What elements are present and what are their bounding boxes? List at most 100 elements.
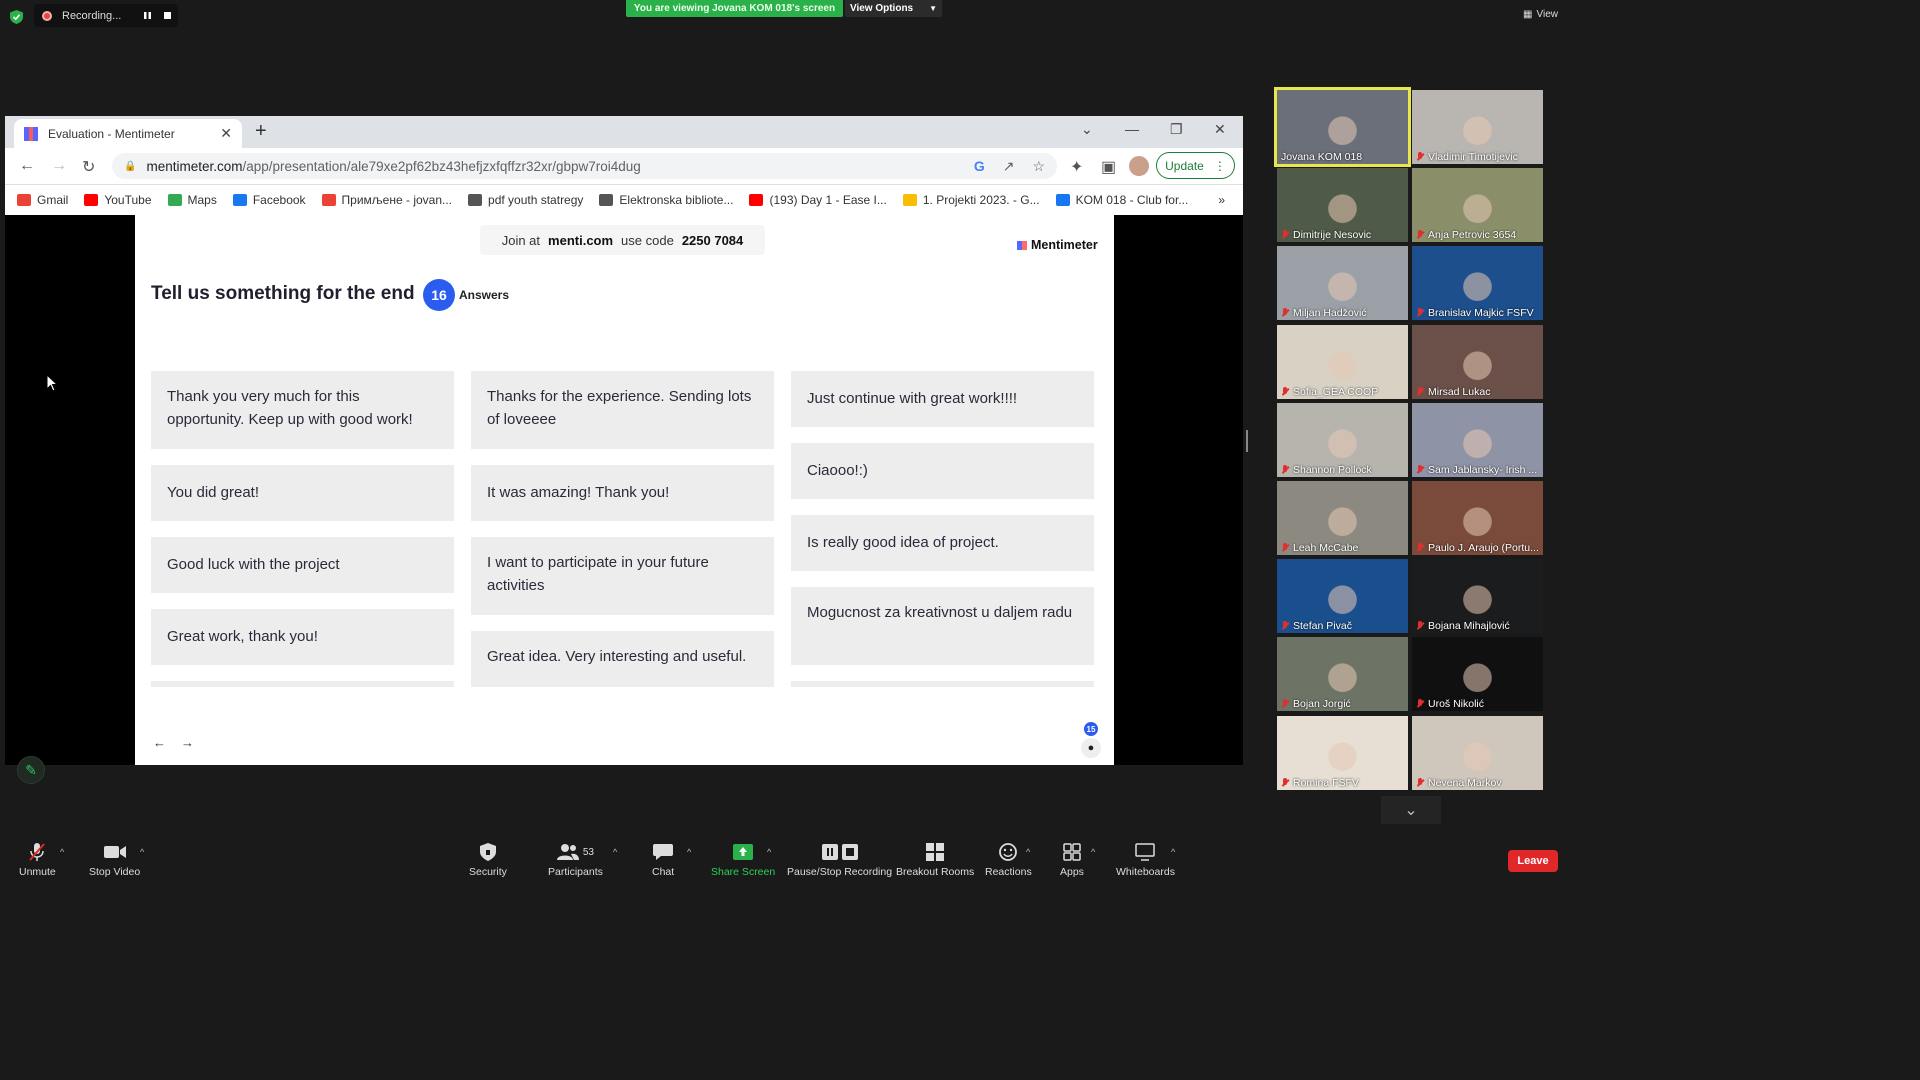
stop-video-label: Stop Video bbox=[89, 866, 141, 878]
close-window-button[interactable]: ✕ bbox=[1214, 121, 1226, 138]
prev-slide-icon[interactable]: ← bbox=[153, 735, 166, 750]
unmute-button[interactable]: Unmute bbox=[19, 842, 56, 878]
view-button[interactable]: ▦ View bbox=[1523, 9, 1558, 20]
answer-card: Great idea. Very interesting and useful. bbox=[471, 631, 774, 687]
participant-tile[interactable]: Mirsad Lukac bbox=[1412, 324, 1543, 399]
google-icon[interactable]: G bbox=[974, 158, 985, 175]
view-options-button[interactable]: View Options ▼ bbox=[845, 0, 942, 17]
participant-tile[interactable]: Shannon Pollock bbox=[1277, 402, 1408, 477]
participant-tile[interactable]: Nevena Markov bbox=[1412, 715, 1543, 790]
reactions-caret-icon[interactable]: ^ bbox=[1026, 847, 1030, 857]
bookmark-item[interactable]: KOM 018 - Club for... bbox=[1055, 193, 1188, 207]
bookmark-item[interactable]: YouTube bbox=[84, 193, 152, 207]
leave-button[interactable]: Leave bbox=[1508, 850, 1558, 872]
muted-mic-icon bbox=[1416, 543, 1424, 553]
participant-tile[interactable]: Uroš Nikolić bbox=[1412, 637, 1543, 712]
new-tab-button[interactable]: + bbox=[255, 120, 267, 143]
participants-count-badge: 15 bbox=[1084, 722, 1098, 736]
recording-label: Recording... bbox=[62, 9, 122, 22]
reactions-label: Reactions bbox=[985, 866, 1032, 878]
extensions-icon[interactable]: ✦ bbox=[1070, 157, 1083, 177]
close-tab-icon[interactable]: ✕ bbox=[220, 125, 232, 142]
tab-evaluation[interactable]: Evaluation - Mentimeter ✕ bbox=[14, 119, 242, 148]
address-bar[interactable]: 🔒 mentimeter.com/app/presentation/ale79x… bbox=[112, 153, 1057, 179]
gmail-icon bbox=[17, 194, 31, 206]
participant-tile[interactable]: Stefan Pivač bbox=[1277, 559, 1408, 634]
update-button[interactable]: Update ⋮ bbox=[1156, 152, 1235, 179]
mentimeter-favicon-icon bbox=[24, 126, 38, 141]
pause-stop-recording-button[interactable]: Pause/Stop Recording bbox=[787, 842, 892, 878]
whiteboards-caret-icon[interactable]: ^ bbox=[1171, 847, 1175, 857]
participant-tile[interactable]: Romina FSFV bbox=[1277, 715, 1408, 790]
profile-avatar[interactable] bbox=[1129, 156, 1149, 176]
more-bookmarks-icon[interactable]: » bbox=[1218, 193, 1225, 207]
security-button[interactable]: Security bbox=[469, 842, 507, 878]
participant-tile[interactable]: Branislav Majkic FSFV bbox=[1412, 246, 1543, 321]
chat-caret-icon[interactable]: ^ bbox=[687, 847, 691, 857]
participant-name: Dimitrije Nesovic bbox=[1293, 229, 1372, 242]
mentimeter-logo-icon bbox=[1017, 240, 1027, 250]
bookmark-item[interactable]: Facebook bbox=[232, 193, 306, 207]
bookmark-item[interactable]: Maps bbox=[167, 193, 217, 207]
star-icon[interactable]: ☆ bbox=[1032, 158, 1045, 175]
more-menu-icon[interactable]: ⋮ bbox=[1214, 159, 1226, 173]
share-caret-icon[interactable]: ^ bbox=[767, 847, 771, 857]
participant-tile[interactable]: Bojana Mihajlović bbox=[1412, 559, 1543, 634]
participants-caret-icon[interactable]: ^ bbox=[613, 847, 617, 857]
minimize-button[interactable]: — bbox=[1125, 121, 1139, 137]
whiteboards-label: Whiteboards bbox=[1116, 866, 1175, 878]
stop-recording-icon[interactable] bbox=[162, 10, 173, 21]
participants-button[interactable]: 53 Participants bbox=[548, 842, 603, 878]
participant-tile[interactable]: Bojan Jorgić bbox=[1277, 637, 1408, 712]
next-slide-icon[interactable]: → bbox=[181, 735, 194, 750]
bookmark-item[interactable]: 1. Projekti 2023. - G... bbox=[902, 193, 1040, 207]
side-panel-icon[interactable]: ▣ bbox=[1101, 157, 1116, 177]
breakout-rooms-button[interactable]: Breakout Rooms bbox=[896, 842, 974, 878]
participant-tile[interactable]: Dimitrije Nesovic bbox=[1277, 168, 1408, 243]
share-icon[interactable]: ↗ bbox=[1003, 158, 1015, 175]
bookmark-item[interactable]: Примљене - jovan... bbox=[321, 193, 452, 207]
answer-card bbox=[791, 681, 1094, 687]
participant-name: Anja Petrovic 3654 bbox=[1428, 229, 1517, 242]
bookmark-item[interactable]: Elektronska bibliote... bbox=[599, 193, 733, 207]
bookmark-item[interactable]: Gmail bbox=[17, 193, 68, 207]
share-screen-button[interactable]: Share Screen bbox=[711, 842, 775, 878]
bookmark-item[interactable]: pdf youth statregy bbox=[468, 193, 583, 207]
bookmark-item[interactable]: (193) Day 1 - Ease I... bbox=[749, 193, 887, 207]
chat-label: Chat bbox=[652, 866, 675, 878]
restore-button[interactable]: ❐ bbox=[1170, 121, 1183, 138]
share-screen-icon bbox=[733, 842, 754, 862]
participant-name-tag: Shannon Pollock bbox=[1281, 464, 1372, 476]
reload-icon[interactable]: ↻ bbox=[82, 157, 95, 177]
participant-tile[interactable]: Vladimir Timotijevic bbox=[1412, 90, 1543, 164]
video-camera-icon bbox=[103, 842, 126, 862]
gallery-resize-handle[interactable] bbox=[1246, 430, 1248, 452]
youtube-icon bbox=[749, 194, 764, 206]
shield-icon[interactable] bbox=[10, 10, 23, 24]
participant-name-tag: Stefan Pivač bbox=[1281, 620, 1352, 632]
participant-tile[interactable]: Miljan Hadžović bbox=[1277, 246, 1408, 321]
participant-tile[interactable]: Leah McCabe bbox=[1277, 481, 1408, 555]
recording-indicator: Recording... bbox=[34, 4, 178, 27]
pause-recording-icon[interactable] bbox=[142, 10, 153, 21]
whiteboards-button[interactable]: Whiteboards bbox=[1116, 842, 1175, 878]
back-icon[interactable]: ← bbox=[19, 157, 35, 175]
stop-video-button[interactable]: Stop Video bbox=[89, 842, 140, 878]
forward-icon[interactable]: → bbox=[51, 157, 67, 175]
reactions-button[interactable]: Reactions bbox=[985, 842, 1032, 878]
apps-caret-icon[interactable]: ^ bbox=[1091, 847, 1095, 857]
video-options-caret-icon[interactable]: ^ bbox=[140, 847, 144, 857]
gallery-next-page-icon[interactable]: ⌄ bbox=[1381, 796, 1441, 824]
answer-card bbox=[151, 681, 454, 687]
annotate-pen-icon[interactable]: ✎ bbox=[17, 756, 45, 784]
audio-options-caret-icon[interactable]: ^ bbox=[60, 847, 64, 857]
participant-tile[interactable]: Sofia_GEA COOP bbox=[1277, 324, 1408, 399]
participant-tile[interactable]: Jovana KOM 018 bbox=[1274, 87, 1411, 167]
participant-tile[interactable]: Anja Petrovic 3654 bbox=[1412, 168, 1543, 243]
chat-button[interactable]: Chat bbox=[652, 842, 674, 878]
apps-button[interactable]: Apps bbox=[1060, 842, 1084, 878]
question-title: Tell us something for the end bbox=[151, 283, 415, 304]
participant-tile[interactable]: Paulo J. Araujo (Portu... bbox=[1412, 481, 1543, 555]
tab-search-icon[interactable]: ⌄ bbox=[1081, 121, 1093, 138]
participant-tile[interactable]: Sam Jablansky- Irish ... bbox=[1412, 402, 1543, 477]
